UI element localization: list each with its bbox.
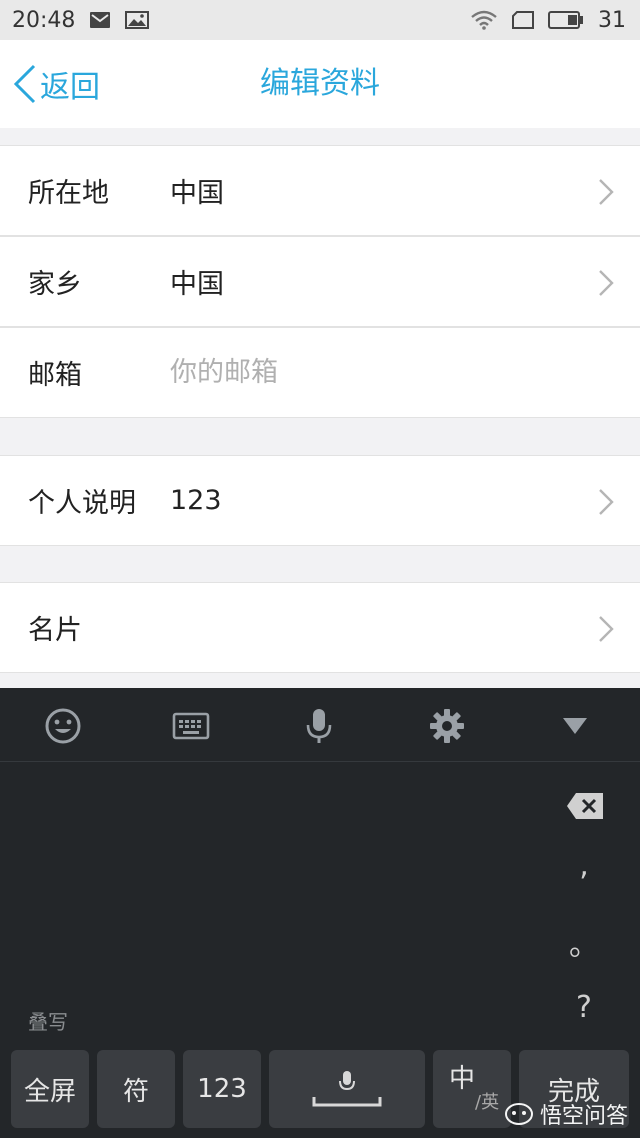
microphone-icon xyxy=(306,709,332,743)
row-label-email: 邮箱 xyxy=(28,360,82,391)
keyboard-icon xyxy=(172,712,210,740)
row-label-business-card: 名片 xyxy=(28,615,82,646)
status-time: 20:48 xyxy=(12,7,76,33)
gear-icon xyxy=(430,709,464,743)
lang-main-label: 中 xyxy=(449,1064,476,1094)
watermark-text: 悟空问答 xyxy=(539,1104,628,1129)
backspace-key[interactable] xyxy=(566,792,604,824)
row-label-hometown: 家乡 xyxy=(28,269,82,300)
status-bar: 20:48 31 xyxy=(0,0,640,40)
question-key[interactable]: ? xyxy=(566,990,602,1025)
row-email: 邮箱 xyxy=(0,327,640,418)
backspace-icon xyxy=(567,793,603,819)
row-bio[interactable]: 个人说明 123 xyxy=(0,455,640,546)
numbers-key[interactable]: 123 xyxy=(183,1050,261,1128)
page-title: 编辑资料 xyxy=(260,66,380,101)
row-value-bio: 123 xyxy=(170,485,222,516)
battery-level: 31 xyxy=(598,7,626,33)
image-icon xyxy=(125,11,150,29)
language-switch-key[interactable]: 中 /英 xyxy=(433,1050,511,1128)
mail-icon xyxy=(90,12,111,28)
chevron-right-icon xyxy=(599,270,614,296)
space-voice-icon xyxy=(312,1071,382,1107)
handwrite-mode-label: 叠写 xyxy=(28,1010,68,1034)
chevron-right-icon xyxy=(599,489,614,515)
keyboard-toolbar xyxy=(0,688,640,762)
hide-keyboard-button[interactable] xyxy=(555,706,595,746)
email-input[interactable] xyxy=(170,357,590,388)
symbols-key[interactable]: 符 xyxy=(97,1050,175,1128)
wukong-logo-icon xyxy=(504,1103,533,1125)
row-hometown[interactable]: 家乡 中国 xyxy=(0,236,640,327)
battery-icon xyxy=(548,11,583,29)
nav-bar: 返回 编辑资料 xyxy=(0,40,640,128)
soft-keyboard: , 。 ? 叠写 全屏 符 123 中 /英 完成 悟空问答 xyxy=(0,688,640,1138)
row-label-bio: 个人说明 xyxy=(28,488,136,519)
settings-button[interactable] xyxy=(427,706,467,746)
chevron-right-icon xyxy=(599,616,614,642)
watermark: 悟空问答 xyxy=(504,1098,628,1130)
emoji-button[interactable] xyxy=(43,706,83,746)
keyboard-switch-button[interactable] xyxy=(171,706,211,746)
emoji-icon xyxy=(45,708,81,744)
space-key[interactable] xyxy=(269,1050,425,1128)
row-value-location: 中国 xyxy=(170,178,224,209)
row-business-card[interactable]: 名片 xyxy=(0,582,640,673)
triangle-down-icon xyxy=(563,718,587,734)
fullscreen-key[interactable]: 全屏 xyxy=(11,1050,89,1128)
row-value-hometown: 中国 xyxy=(170,269,224,300)
comma-key[interactable]: , xyxy=(566,848,602,883)
row-label-location: 所在地 xyxy=(28,178,109,209)
period-key[interactable]: 。 xyxy=(566,920,602,964)
voice-button[interactable] xyxy=(299,706,339,746)
chevron-right-icon xyxy=(599,179,614,205)
row-location[interactable]: 所在地 中国 xyxy=(0,145,640,236)
sim-card-icon xyxy=(512,11,534,29)
wifi-icon xyxy=(471,10,497,30)
lang-sub-label: /英 xyxy=(475,1092,500,1113)
